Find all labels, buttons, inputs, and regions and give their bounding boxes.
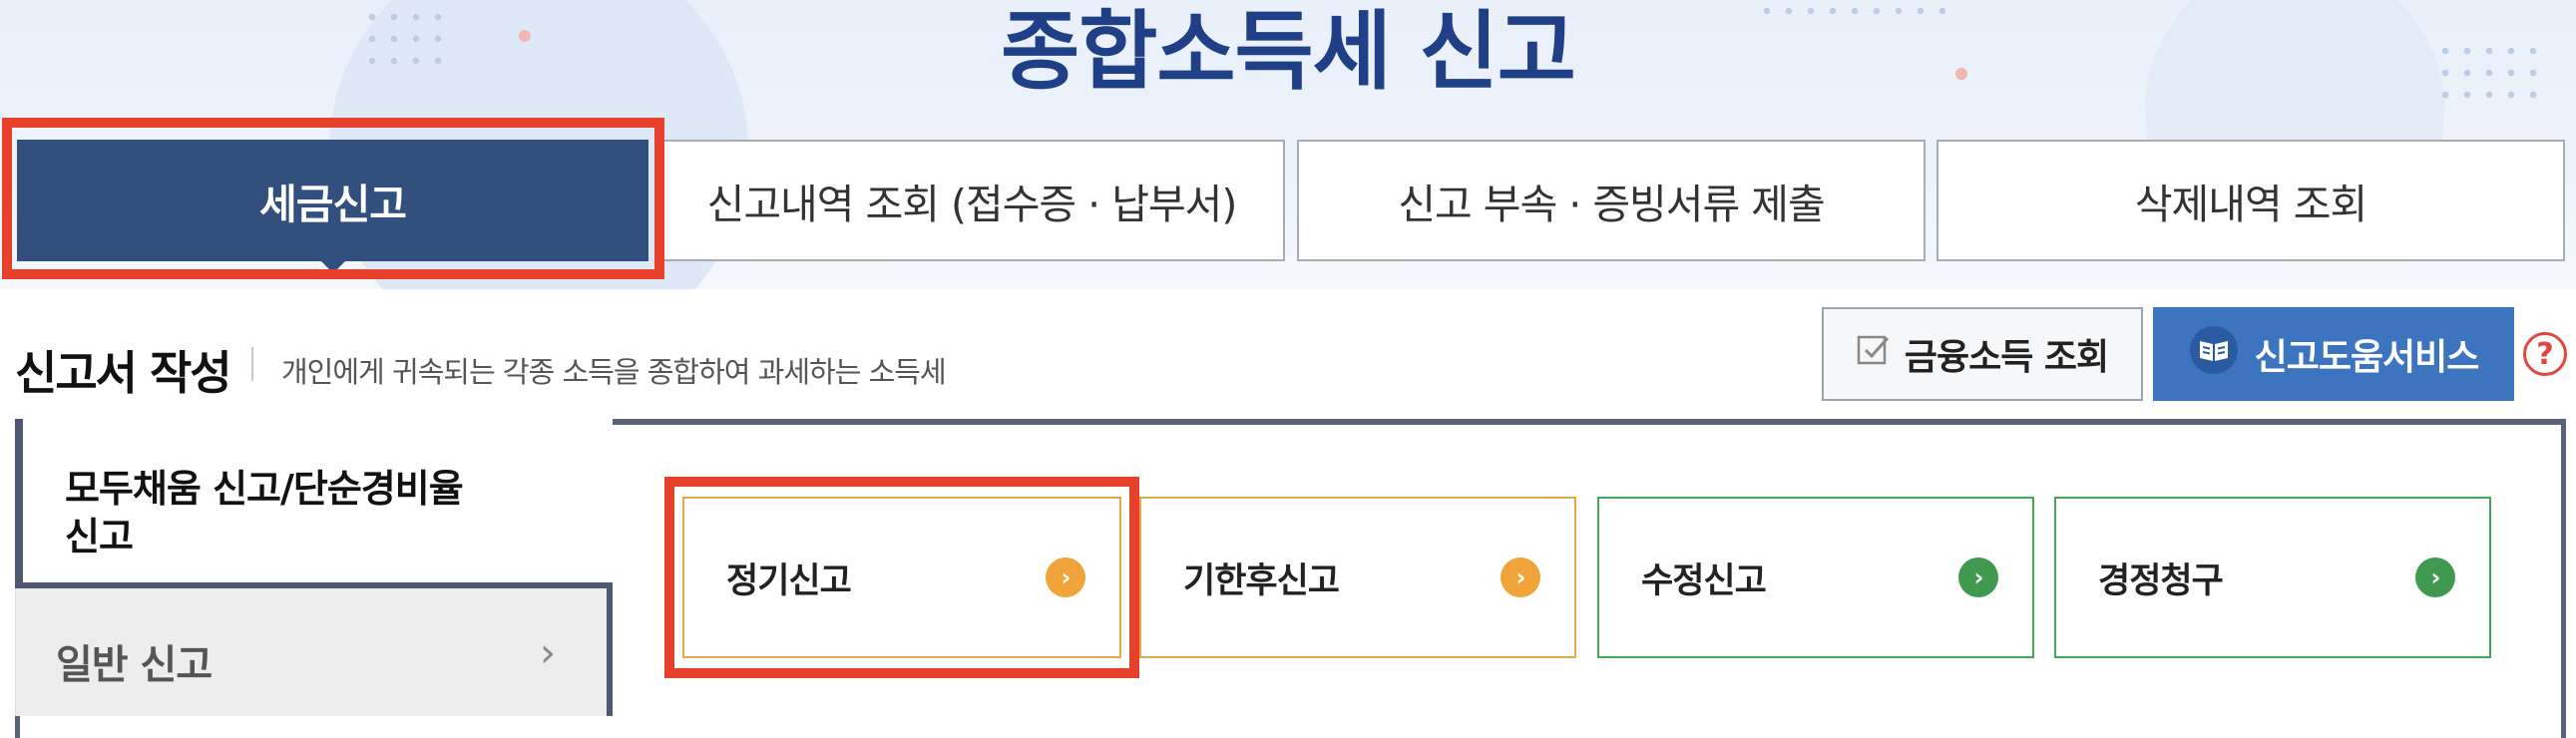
tab-filing-history[interactable]: 신고내역 조회 (접수증 · 납부서): [658, 140, 1285, 261]
late-filing-card[interactable]: 기한후신고 ›: [1139, 497, 1576, 658]
amended-filing-card[interactable]: 수정신고 ›: [1597, 497, 2034, 658]
help-service-label: 신고도움서비스: [2254, 337, 2480, 378]
tab-label: 삭제내역 조회: [2134, 181, 2367, 228]
checkbox-icon: [1857, 333, 1891, 376]
arrow-right-icon: ›: [2415, 557, 2455, 597]
card-label: 기한후신고: [1183, 560, 1340, 601]
tab-document-submission[interactable]: 신고 부속 · 증빙서류 제출: [1297, 140, 1926, 261]
sidebar-item-simple-filing[interactable]: 모두채움 신고/단순경비율 신고: [15, 419, 613, 588]
tab-label: 신고내역 조회 (접수증 · 납부서): [706, 181, 1238, 228]
sidebar-item-general-filing[interactable]: 일반 신고 ›: [15, 588, 613, 716]
highlight-box: [2, 118, 664, 279]
help-service-button[interactable]: 신고도움서비스: [2153, 307, 2514, 401]
book-icon: [2189, 325, 2239, 384]
correction-claim-card[interactable]: 경정청구 ›: [2054, 497, 2491, 658]
card-label: 경정청구: [2098, 560, 2224, 601]
section-title: 신고서 작성: [15, 346, 232, 400]
tab-label: 신고 부속 · 증빙서류 제출: [1398, 181, 1825, 228]
financial-income-button[interactable]: 금융소득 조회: [1822, 307, 2143, 401]
section-description: 개인에게 귀속되는 각종 소득을 종합하여 과세하는 소득세: [281, 355, 947, 389]
highlight-box: [664, 477, 1139, 678]
chevron-right-icon: ›: [540, 630, 556, 676]
sidebar-item-label: 모두채움 신고/단순경비율 신고: [65, 467, 464, 558]
section-divider: [251, 347, 253, 381]
financial-income-label: 금융소득 조회: [1904, 337, 2109, 378]
help-icon[interactable]: ?: [2523, 332, 2567, 376]
tab-deleted-history[interactable]: 삭제내역 조회: [1936, 140, 2565, 261]
arrow-right-icon: ›: [1958, 557, 1998, 597]
arrow-right-icon: ›: [1501, 557, 1540, 597]
page-title: 종합소득세 신고: [1001, 2, 1576, 102]
sidebar-item-label: 일반 신고: [56, 642, 213, 688]
card-label: 수정신고: [1641, 560, 1767, 601]
